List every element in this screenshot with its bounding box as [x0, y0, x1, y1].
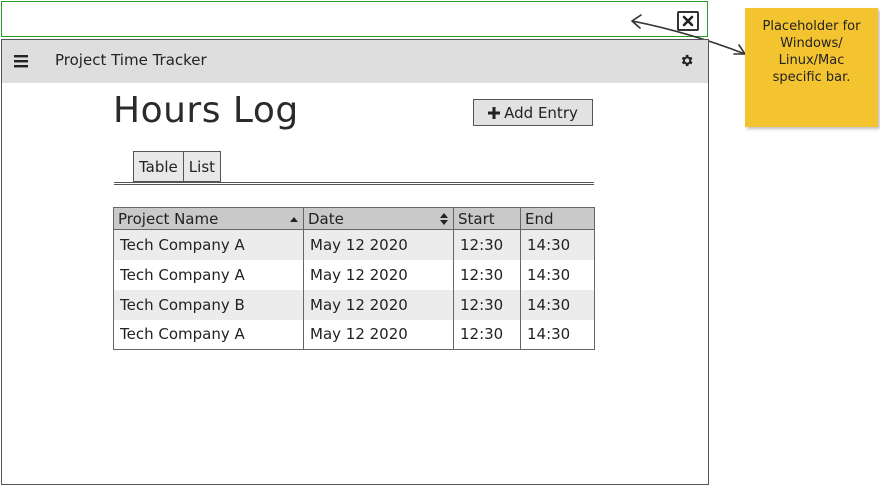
sticky-note: Placeholder for Windows/ Linux/Mac speci…	[745, 8, 878, 127]
column-header-date[interactable]: Date	[303, 207, 454, 230]
table-header-row: Project Name Date Start End	[113, 207, 595, 230]
cell-start: 12:30	[453, 289, 521, 320]
tab-divider	[114, 182, 594, 185]
app-header: Project Time Tracker	[2, 40, 708, 83]
table-row[interactable]: Tech Company A May 12 2020 12:30 14:30	[113, 229, 595, 260]
cell-end: 14:30	[520, 259, 595, 290]
app-title: Project Time Tracker	[55, 51, 207, 69]
table-row[interactable]: Tech Company A May 12 2020 12:30 14:30	[113, 319, 595, 350]
cell-date: May 12 2020	[303, 259, 454, 290]
cell-project: Tech Company A	[113, 229, 304, 260]
os-window-bar	[1, 1, 708, 37]
cell-start: 12:30	[453, 229, 521, 260]
gear-icon[interactable]	[679, 53, 694, 68]
table-row[interactable]: Tech Company B May 12 2020 12:30 14:30	[113, 289, 595, 320]
column-header-project-name[interactable]: Project Name	[113, 207, 304, 230]
column-header-label: Project Name	[118, 209, 219, 228]
hamburger-menu-icon[interactable]	[14, 54, 28, 68]
cell-project: Tech Company A	[113, 319, 304, 350]
cell-project: Tech Company B	[113, 289, 304, 320]
hours-table: Project Name Date Start End Tech Company…	[113, 207, 595, 350]
plus-icon	[488, 106, 501, 119]
add-entry-button[interactable]: Add Entry	[473, 99, 593, 126]
cell-date: May 12 2020	[303, 229, 454, 260]
view-tabs: Table List	[133, 151, 222, 182]
page-title: Hours Log	[113, 90, 299, 131]
add-entry-label: Add Entry	[504, 103, 578, 122]
cell-project: Tech Company A	[113, 259, 304, 290]
cell-date: May 12 2020	[303, 289, 454, 320]
cell-date: May 12 2020	[303, 319, 454, 350]
sort-icon	[440, 212, 448, 225]
cell-start: 12:30	[453, 259, 521, 290]
sort-ascending-icon	[290, 216, 298, 222]
tab-list[interactable]: List	[183, 151, 222, 182]
cell-start: 12:30	[453, 319, 521, 350]
cell-end: 14:30	[520, 229, 595, 260]
column-header-label: Date	[308, 209, 344, 228]
tab-table[interactable]: Table	[133, 151, 184, 182]
cell-end: 14:30	[520, 289, 595, 320]
table-row[interactable]: Tech Company A May 12 2020 12:30 14:30	[113, 259, 595, 290]
column-header-start[interactable]: Start	[453, 207, 521, 230]
column-header-end[interactable]: End	[520, 207, 595, 230]
cell-end: 14:30	[520, 319, 595, 350]
